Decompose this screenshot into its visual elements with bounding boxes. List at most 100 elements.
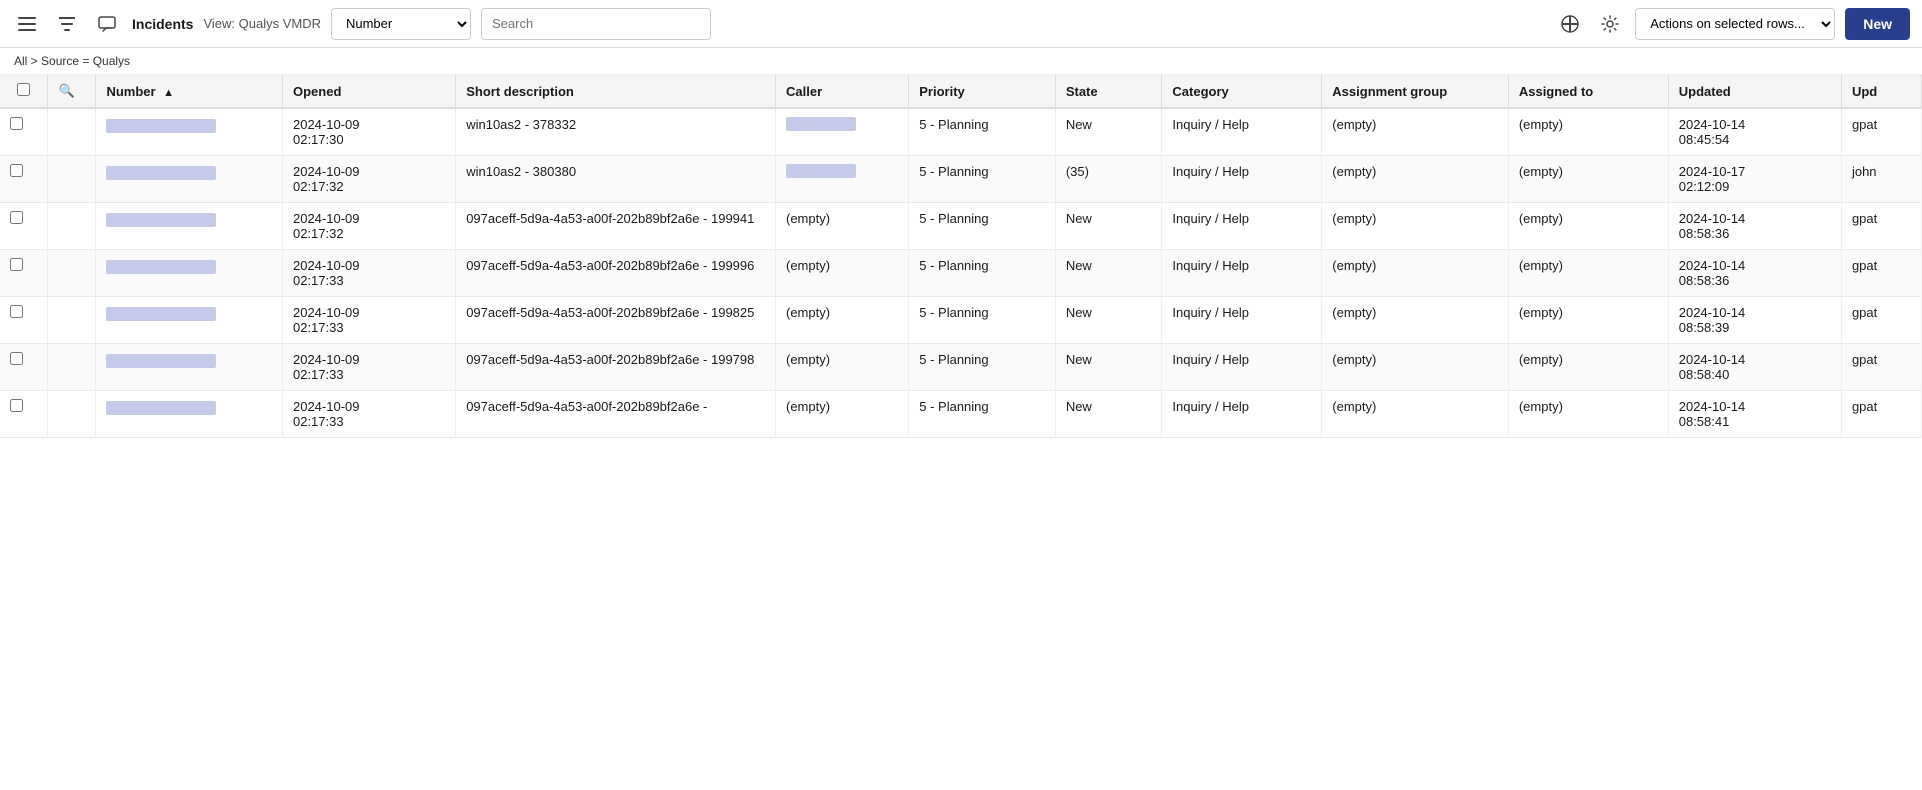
row-short-description-cell: 097aceff-5d9a-4a53-a00f-202b89bf2a6e - 1… [456, 250, 776, 297]
row-assignment-group-cell: (empty) [1322, 250, 1509, 297]
row-number-cell: INC0010006 [96, 297, 283, 344]
table-row[interactable]: INC0010003 2024-10-09 02:17:32win10as2 - … [0, 156, 1922, 203]
row-caller-cell: (empty) [776, 391, 909, 438]
row-upd-user-cell: gpat [1841, 108, 1921, 156]
th-category[interactable]: Category [1162, 75, 1322, 108]
table-row[interactable]: INC00100082024-10-09 02:17:33097aceff-5d… [0, 391, 1922, 438]
row-assignment-group-cell: (empty) [1322, 391, 1509, 438]
row-checkbox-cell [0, 344, 48, 391]
row-opened-cell: 2024-10-09 02:17:32 [282, 156, 455, 203]
select-all-checkbox[interactable] [17, 83, 30, 96]
add-icon[interactable] [1555, 9, 1585, 39]
row-caller-cell: Caller Field [776, 156, 909, 203]
th-number[interactable]: Number ▲ [96, 75, 283, 108]
table-row[interactable]: INC0010005 2024-10-09 02:17:33097aceff-5d… [0, 250, 1922, 297]
incident-number-link[interactable]: INC0010008 [106, 401, 216, 415]
incident-number-link[interactable]: INC0010004 [106, 213, 216, 227]
th-checkbox [0, 75, 48, 108]
incident-number-link[interactable]: INC0010006 [106, 307, 216, 321]
row-category-cell: Inquiry / Help [1162, 391, 1322, 438]
th-short-description[interactable]: Short description [456, 75, 776, 108]
row-opened-cell: 2024-10-09 02:17:33 [282, 391, 455, 438]
row-checkbox[interactable] [10, 399, 23, 412]
breadcrumb-text: All > Source = Qualys [14, 54, 130, 68]
row-state-cell: New [1055, 108, 1162, 156]
row-checkbox[interactable] [10, 117, 23, 130]
incident-number-link[interactable]: INC0010002 [106, 119, 216, 133]
th-caller[interactable]: Caller [776, 75, 909, 108]
row-checkbox-cell [0, 156, 48, 203]
th-priority[interactable]: Priority [909, 75, 1056, 108]
row-caller-cell: Caller Field [776, 108, 909, 156]
row-assigned-to-cell: (empty) [1508, 156, 1668, 203]
th-updated[interactable]: Updated [1668, 75, 1841, 108]
row-opened-cell: 2024-10-09 02:17:33 [282, 344, 455, 391]
app-title: Incidents [132, 16, 193, 32]
row-state-cell: New [1055, 391, 1162, 438]
th-upd[interactable]: Upd [1841, 75, 1921, 108]
row-checkbox[interactable] [10, 305, 23, 318]
toolbar-left: Incidents View: Qualys VMDR Number Short… [12, 8, 1545, 40]
row-opened-cell: 2024-10-09 02:17:33 [282, 250, 455, 297]
row-search-cell [48, 203, 96, 250]
row-caller-cell: (empty) [776, 250, 909, 297]
row-assignment-group-cell: (empty) [1322, 297, 1509, 344]
row-upd-user-cell: gpat [1841, 344, 1921, 391]
row-updated-cell: 2024-10-14 08:58:36 [1668, 203, 1841, 250]
row-state-cell: (35) [1055, 156, 1162, 203]
row-checkbox-cell [0, 297, 48, 344]
th-assignment-group[interactable]: Assignment group [1322, 75, 1509, 108]
row-checkbox[interactable] [10, 211, 23, 224]
row-updated-cell: 2024-10-14 08:45:54 [1668, 108, 1841, 156]
row-short-description-cell: win10as2 - 378332 [456, 108, 776, 156]
breadcrumb: All > Source = Qualys [0, 48, 1922, 75]
settings-icon[interactable] [1595, 9, 1625, 39]
row-category-cell: Inquiry / Help [1162, 203, 1322, 250]
row-updated-cell: 2024-10-14 08:58:39 [1668, 297, 1841, 344]
actions-select[interactable]: Actions on selected rows... Delete Assig… [1635, 8, 1835, 40]
search-input[interactable] [481, 8, 711, 40]
row-checkbox-cell [0, 391, 48, 438]
row-assigned-to-cell: (empty) [1508, 297, 1668, 344]
row-upd-user-cell: john [1841, 156, 1921, 203]
row-checkbox[interactable] [10, 258, 23, 271]
table-row[interactable]: INC00100072024-10-09 02:17:33097aceff-5d… [0, 344, 1922, 391]
messages-icon[interactable] [92, 9, 122, 39]
th-opened[interactable]: Opened [282, 75, 455, 108]
row-search-cell [48, 297, 96, 344]
row-updated-cell: 2024-10-14 08:58:40 [1668, 344, 1841, 391]
row-short-description-cell: win10as2 - 380380 [456, 156, 776, 203]
row-checkbox[interactable] [10, 352, 23, 365]
row-category-cell: Inquiry / Help [1162, 344, 1322, 391]
row-priority-cell: 5 - Planning [909, 108, 1056, 156]
row-checkbox[interactable] [10, 164, 23, 177]
row-updated-cell: 2024-10-14 08:58:36 [1668, 250, 1841, 297]
table-row[interactable]: INC00100062024-10-09 02:17:33097aceff-5d… [0, 297, 1922, 344]
row-assignment-group-cell: (empty) [1322, 203, 1509, 250]
filter-icon[interactable] [52, 9, 82, 39]
table-row[interactable]: INC00100042024-10-09 02:17:32097aceff-5d… [0, 203, 1922, 250]
number-select[interactable]: Number Short description Priority State [331, 8, 471, 40]
row-number-cell: INC0010003 [96, 156, 283, 203]
new-button[interactable]: New [1845, 8, 1910, 40]
row-priority-cell: 5 - Planning [909, 391, 1056, 438]
th-assigned-to[interactable]: Assigned to [1508, 75, 1668, 108]
row-category-cell: Inquiry / Help [1162, 297, 1322, 344]
row-category-cell: Inquiry / Help [1162, 156, 1322, 203]
row-assignment-group-cell: (empty) [1322, 108, 1509, 156]
incident-number-link[interactable]: INC0010007 [106, 354, 216, 368]
search-header-icon: 🔍 [58, 83, 74, 98]
incidents-table: 🔍 Number ▲ Opened Short description Call… [0, 75, 1922, 438]
menu-icon[interactable] [12, 9, 42, 39]
row-state-cell: New [1055, 250, 1162, 297]
row-opened-cell: 2024-10-09 02:17:33 [282, 297, 455, 344]
row-upd-user-cell: gpat [1841, 250, 1921, 297]
row-opened-cell: 2024-10-09 02:17:32 [282, 203, 455, 250]
row-upd-user-cell: gpat [1841, 391, 1921, 438]
row-search-cell [48, 391, 96, 438]
table-row[interactable]: INC00100022024-10-09 02:17:30win10as2 - … [0, 108, 1922, 156]
row-number-cell: INC0010005 [96, 250, 283, 297]
incident-number-link[interactable]: INC0010003 [106, 166, 216, 180]
incident-number-link[interactable]: INC0010005 [106, 260, 216, 274]
th-state[interactable]: State [1055, 75, 1162, 108]
